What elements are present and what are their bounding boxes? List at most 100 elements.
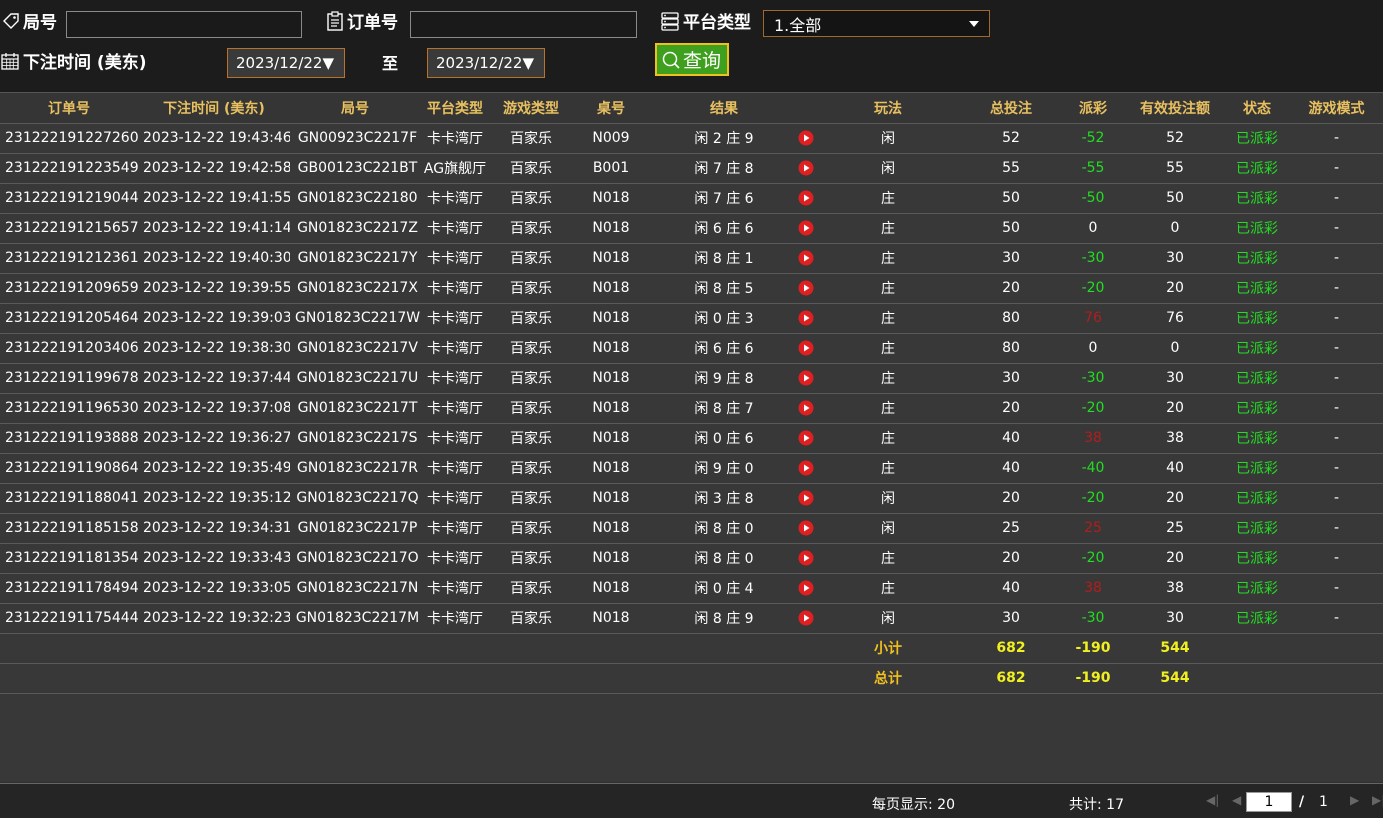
empty-cell [490, 663, 572, 694]
order-input[interactable] [410, 11, 637, 38]
empty-cell [1290, 663, 1383, 694]
cell-game-mode: - [1290, 273, 1383, 304]
cell-round-id: GN01823C2217Y [290, 243, 420, 274]
cell-replay[interactable] [798, 543, 814, 574]
cell-replay[interactable] [798, 213, 814, 244]
column-header: 局号 [290, 93, 420, 124]
cell-replay[interactable] [798, 123, 814, 154]
cell-replay[interactable] [798, 303, 814, 334]
play-replay-icon[interactable] [798, 250, 814, 266]
cell-replay[interactable] [798, 513, 814, 544]
table-row: 231222191181354 2023-12-22 19:33:43 GN0182… [0, 543, 1383, 574]
table-row: 231222191223549 2023-12-22 19:42:58 GB0012… [0, 153, 1383, 184]
cell-bet-time: 2023-12-22 19:40:30 [138, 243, 290, 274]
cell-bet-type: 庄 [814, 393, 962, 424]
table-row: 231222191185158 2023-12-22 19:34:31 GN0182… [0, 513, 1383, 544]
next-page-icon[interactable]: ▶ [1350, 793, 1359, 807]
cell-game-mode: - [1290, 513, 1383, 544]
cell-total-bet: 52 [962, 123, 1060, 154]
cell-platform: 卡卡湾厅 [420, 243, 490, 274]
play-replay-icon[interactable] [798, 610, 814, 626]
prev-page-icon[interactable]: ◀ [1232, 793, 1241, 807]
round-input[interactable] [66, 11, 302, 38]
cell-replay[interactable] [798, 603, 814, 634]
cell-total-bet: 40 [962, 573, 1060, 604]
cell-replay[interactable] [798, 423, 814, 454]
cell-game-type: 百家乐 [490, 333, 572, 364]
cell-table-id: N018 [572, 213, 650, 244]
column-header: 总投注 [962, 93, 1060, 124]
cell-payout: -20 [1060, 483, 1126, 514]
query-button[interactable]: 查询 [655, 43, 730, 76]
cell-status: 已派彩 [1224, 333, 1290, 364]
cell-platform: 卡卡湾厅 [420, 393, 490, 424]
cell-replay[interactable] [798, 363, 814, 394]
last-page-icon[interactable]: ▶| [1372, 793, 1383, 807]
date-to-picker[interactable]: 2023/12/22 ▼ [427, 48, 545, 78]
date-from-picker[interactable]: 2023/12/22 ▼ [227, 48, 345, 78]
round-label: 局号 [2, 8, 57, 33]
table-row: 231222191199678 2023-12-22 19:37:44 GN0182… [0, 363, 1383, 394]
play-replay-icon[interactable] [798, 490, 814, 506]
cell-order-id: 231222191209659 [0, 273, 138, 304]
play-replay-icon[interactable] [798, 340, 814, 356]
cell-replay[interactable] [798, 273, 814, 304]
cell-game-type: 百家乐 [490, 603, 572, 634]
table-row: 231222191209659 2023-12-22 19:39:55 GN0182… [0, 273, 1383, 304]
play-replay-icon[interactable] [798, 580, 814, 596]
play-replay-icon[interactable] [798, 280, 814, 296]
results-table-container: 订单号 下注时间 (美东) 局号 平台类型 游戏类型 桌号 结果 玩法 总投注 派彩 有效投注额 状态… [0, 92, 1383, 782]
cell-game-type: 百家乐 [490, 273, 572, 304]
play-replay-icon[interactable] [798, 370, 814, 386]
cell-game-type: 百家乐 [490, 423, 572, 454]
subtotal-valid-bet: 544 [1126, 633, 1224, 664]
cell-round-id: GN01823C2217X [290, 273, 420, 304]
cell-order-id: 231222191178494 [0, 573, 138, 604]
play-replay-icon[interactable] [798, 400, 814, 416]
cell-replay[interactable] [798, 393, 814, 424]
cell-status: 已派彩 [1224, 543, 1290, 574]
cell-replay[interactable] [798, 333, 814, 364]
time-label: 下注时间 (美东) [0, 48, 146, 73]
cell-status: 已派彩 [1224, 273, 1290, 304]
cell-replay[interactable] [798, 153, 814, 184]
play-replay-icon[interactable] [798, 130, 814, 146]
cell-platform: 卡卡湾厅 [420, 543, 490, 574]
play-replay-icon[interactable] [798, 460, 814, 476]
cell-payout: 0 [1060, 213, 1126, 244]
triangle-down-icon: ▼ [522, 54, 535, 72]
cell-bet-type: 庄 [814, 333, 962, 364]
cell-game-mode: - [1290, 123, 1383, 154]
cell-replay[interactable] [798, 483, 814, 514]
cell-replay[interactable] [798, 183, 814, 214]
cell-game-type: 百家乐 [490, 243, 572, 274]
table-header: 订单号 下注时间 (美东) 局号 平台类型 游戏类型 桌号 结果 玩法 总投注 派彩 有效投注额 状态… [0, 93, 1383, 124]
cell-result: 闲 8 庄 0 [650, 513, 798, 544]
play-replay-icon[interactable] [798, 160, 814, 176]
play-replay-icon[interactable] [798, 550, 814, 566]
cell-bet-type: 庄 [814, 243, 962, 274]
first-page-icon[interactable]: ◀| [1206, 793, 1219, 807]
play-replay-icon[interactable] [798, 190, 814, 206]
cell-result: 闲 9 庄 0 [650, 453, 798, 484]
play-replay-icon[interactable] [798, 220, 814, 236]
platform-select[interactable]: 1.全部 [763, 10, 990, 37]
cell-table-id: N018 [572, 603, 650, 634]
cell-result: 闲 9 庄 8 [650, 363, 798, 394]
cell-game-mode: - [1290, 573, 1383, 604]
cell-replay[interactable] [798, 243, 814, 274]
subtotal-label: 小计 [814, 633, 962, 664]
cell-replay[interactable] [798, 573, 814, 604]
grandtotal-payout: -190 [1060, 663, 1126, 694]
play-replay-icon[interactable] [798, 430, 814, 446]
cell-status: 已派彩 [1224, 123, 1290, 154]
cell-total-bet: 80 [962, 303, 1060, 334]
play-replay-icon[interactable] [798, 520, 814, 536]
cell-platform: 卡卡湾厅 [420, 183, 490, 214]
subtotal-payout: -190 [1060, 633, 1126, 664]
cell-replay[interactable] [798, 453, 814, 484]
current-page-input[interactable] [1246, 792, 1292, 812]
play-replay-icon[interactable] [798, 310, 814, 326]
empty-cell [490, 633, 572, 664]
cell-result: 闲 8 庄 1 [650, 243, 798, 274]
